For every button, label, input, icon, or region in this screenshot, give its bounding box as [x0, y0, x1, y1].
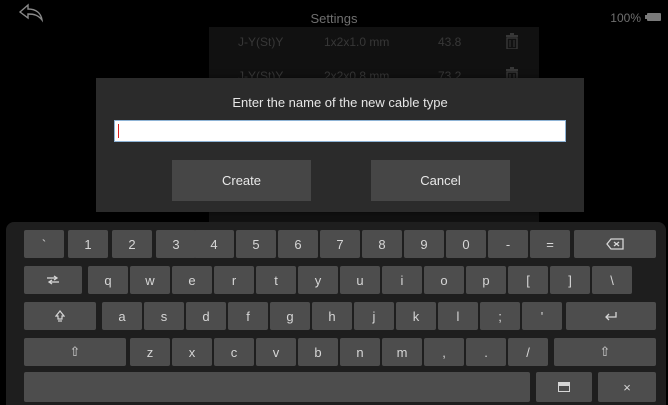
keyboard-layout-key[interactable]: [536, 372, 592, 402]
close-keyboard-key[interactable]: ×: [598, 372, 656, 402]
key-p[interactable]: p: [466, 266, 506, 294]
key-right-bracket[interactable]: ]: [550, 266, 590, 294]
key-slash[interactable]: /: [508, 338, 548, 366]
enter-icon: [605, 312, 617, 321]
status-bar: Settings 100%: [0, 0, 668, 27]
key-s[interactable]: s: [144, 302, 184, 330]
battery-percentage: 100%: [610, 11, 641, 25]
key-minus[interactable]: -: [488, 230, 528, 258]
key-0[interactable]: 0: [446, 230, 486, 258]
keyboard-layout-icon: [558, 382, 570, 392]
key-period[interactable]: .: [466, 338, 506, 366]
key-g[interactable]: g: [270, 302, 310, 330]
key-apostrophe[interactable]: ': [522, 302, 562, 330]
key-d[interactable]: d: [186, 302, 226, 330]
space-key[interactable]: [24, 372, 530, 402]
shift-right-key[interactable]: ⇧: [554, 338, 656, 366]
key-backtick[interactable]: `: [24, 230, 64, 258]
enter-key[interactable]: [566, 302, 656, 330]
key-semicolon[interactable]: ;: [480, 302, 520, 330]
caps-lock-key[interactable]: [24, 302, 96, 330]
tab-key[interactable]: [24, 266, 82, 294]
key-9[interactable]: 9: [404, 230, 444, 258]
key-t[interactable]: t: [256, 266, 296, 294]
key-8[interactable]: 8: [362, 230, 402, 258]
key-f[interactable]: f: [228, 302, 268, 330]
key-backslash[interactable]: \: [592, 266, 632, 294]
key-w[interactable]: w: [130, 266, 170, 294]
key-n[interactable]: n: [340, 338, 380, 366]
create-button[interactable]: Create: [172, 160, 311, 201]
backspace-key[interactable]: [574, 230, 656, 258]
backspace-icon: [606, 238, 624, 250]
on-screen-keyboard: ` 1 2 3 4 5 6 7 8 9 0 - = q w e r t y u …: [6, 222, 666, 405]
key-4[interactable]: 4: [194, 230, 234, 258]
key-y[interactable]: y: [298, 266, 338, 294]
key-5[interactable]: 5: [236, 230, 276, 258]
key-u[interactable]: u: [340, 266, 380, 294]
key-o[interactable]: o: [424, 266, 464, 294]
cable-name-input[interactable]: [114, 120, 566, 142]
key-c[interactable]: c: [214, 338, 254, 366]
key-left-bracket[interactable]: [: [508, 266, 548, 294]
text-cursor: [118, 124, 119, 138]
key-z[interactable]: z: [130, 338, 170, 366]
key-a[interactable]: a: [102, 302, 142, 330]
caps-lock-icon: [55, 310, 65, 322]
key-q[interactable]: q: [88, 266, 128, 294]
key-equals[interactable]: =: [530, 230, 570, 258]
cancel-button[interactable]: Cancel: [371, 160, 510, 201]
tab-icon: [47, 275, 59, 285]
key-2[interactable]: 2: [112, 230, 152, 258]
key-k[interactable]: k: [396, 302, 436, 330]
key-r[interactable]: r: [214, 266, 254, 294]
dialog-title: Enter the name of the new cable type: [232, 95, 448, 110]
key-m[interactable]: m: [382, 338, 422, 366]
battery-icon: [645, 13, 661, 21]
key-i[interactable]: i: [382, 266, 422, 294]
key-v[interactable]: v: [256, 338, 296, 366]
key-6[interactable]: 6: [278, 230, 318, 258]
key-1[interactable]: 1: [68, 230, 108, 258]
page-title: Settings: [310, 11, 358, 26]
key-l[interactable]: l: [438, 302, 478, 330]
key-comma[interactable]: ,: [424, 338, 464, 366]
key-x[interactable]: x: [172, 338, 212, 366]
key-j[interactable]: j: [354, 302, 394, 330]
key-3[interactable]: 3: [156, 230, 196, 258]
key-7[interactable]: 7: [320, 230, 360, 258]
shift-left-key[interactable]: ⇧: [24, 338, 126, 366]
key-b[interactable]: b: [298, 338, 338, 366]
new-cable-type-dialog: Enter the name of the new cable type Cre…: [96, 78, 584, 212]
key-e[interactable]: e: [172, 266, 212, 294]
key-h[interactable]: h: [312, 302, 352, 330]
